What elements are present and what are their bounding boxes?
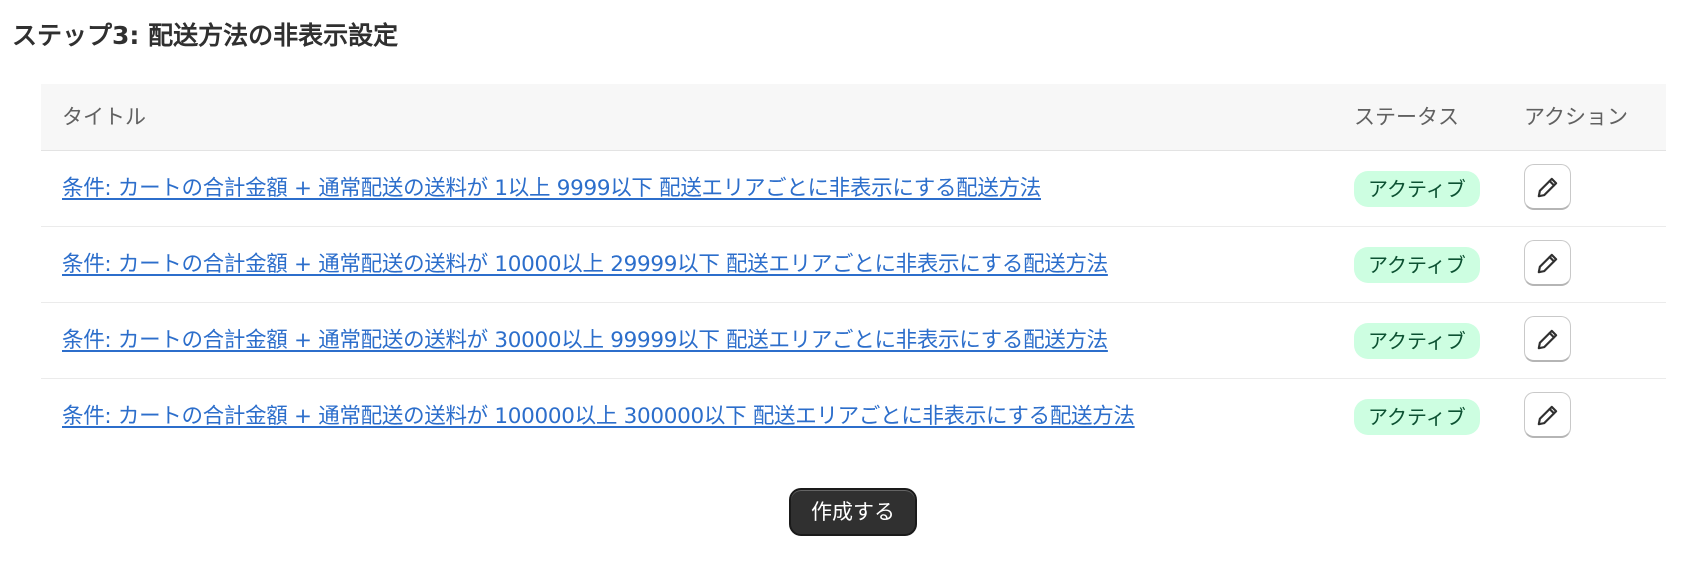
status-badge: アクティブ xyxy=(1354,171,1480,207)
edit-button[interactable] xyxy=(1524,240,1571,286)
rules-table: タイトル ステータス アクション 条件: カートの合計金額 + 通常配送の送料が… xyxy=(41,84,1666,454)
rule-title-link[interactable]: 条件: カートの合計金額 + 通常配送の送料が 10000以上 29999以下 … xyxy=(62,227,1108,302)
edit-button[interactable] xyxy=(1524,164,1571,210)
status-badge: アクティブ xyxy=(1354,247,1480,283)
rule-title-link[interactable]: 条件: カートの合計金額 + 通常配送の送料が 30000以上 99999以下 … xyxy=(62,303,1108,378)
table-row: 条件: カートの合計金額 + 通常配送の送料が 1以上 9999以下 配送エリア… xyxy=(41,151,1666,227)
status-badge: アクティブ xyxy=(1354,323,1480,359)
create-button[interactable]: 作成する xyxy=(789,488,917,536)
column-header-action: アクション xyxy=(1524,105,1628,129)
table-header: タイトル ステータス アクション xyxy=(41,84,1666,151)
table-row: 条件: カートの合計金額 + 通常配送の送料が 100000以上 300000以… xyxy=(41,379,1666,454)
edit-button[interactable] xyxy=(1524,392,1571,438)
pencil-icon xyxy=(1537,177,1557,197)
status-badge: アクティブ xyxy=(1354,399,1480,435)
pencil-icon xyxy=(1537,253,1557,273)
rule-title-link[interactable]: 条件: カートの合計金額 + 通常配送の送料が 1以上 9999以下 配送エリア… xyxy=(62,151,1041,226)
table-row: 条件: カートの合計金額 + 通常配送の送料が 10000以上 29999以下 … xyxy=(41,227,1666,303)
pencil-icon xyxy=(1537,329,1557,349)
pencil-icon xyxy=(1537,405,1557,425)
rule-title-link[interactable]: 条件: カートの合計金額 + 通常配送の送料が 100000以上 300000以… xyxy=(62,379,1135,454)
edit-button[interactable] xyxy=(1524,316,1571,362)
column-header-title: タイトル xyxy=(62,105,146,129)
column-header-status: ステータス xyxy=(1354,105,1459,129)
section-title: ステップ3: 配送方法の非表示設定 xyxy=(12,21,399,50)
table-row: 条件: カートの合計金額 + 通常配送の送料が 30000以上 99999以下 … xyxy=(41,303,1666,379)
